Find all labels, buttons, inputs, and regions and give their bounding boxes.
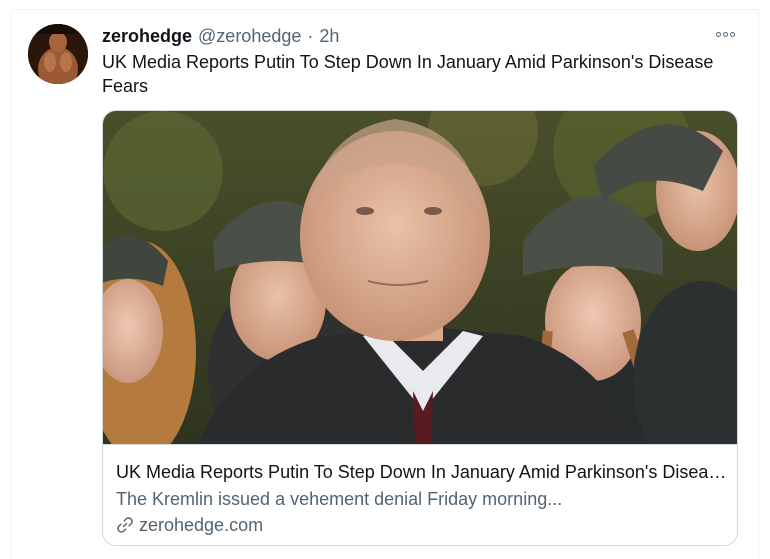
timestamp[interactable]: 2h: [319, 26, 339, 47]
divider: [11, 9, 759, 10]
card-domain-row[interactable]: zerohedge.com: [116, 514, 263, 536]
tweet-header: zerohedge @zerohedge · 2h: [102, 24, 339, 48]
card-image: [103, 111, 737, 444]
card-title[interactable]: UK Media Reports Putin To Step Down In J…: [116, 461, 728, 483]
divider: [103, 444, 737, 445]
divider: [11, 9, 12, 559]
card-description: The Kremlin issued a vehement denial Fri…: [116, 489, 563, 509]
separator: ·: [307, 25, 314, 46]
avatar[interactable]: [28, 24, 88, 84]
link-card[interactable]: UK Media Reports Putin To Step Down In J…: [102, 110, 738, 546]
divider: [758, 9, 759, 559]
user-handle[interactable]: @zerohedge: [198, 26, 301, 47]
display-name[interactable]: zerohedge: [102, 26, 192, 47]
link-icon: [117, 517, 133, 533]
more-horizontal-icon[interactable]: [716, 26, 738, 42]
avatar-image: [28, 24, 88, 84]
card-domain: zerohedge.com: [139, 514, 264, 535]
tweet-container: zerohedge @zerohedge · 2h UK Media Repor…: [0, 0, 770, 559]
tweet-text: UK Media Reports Putin To Step Down In J…: [102, 52, 714, 96]
